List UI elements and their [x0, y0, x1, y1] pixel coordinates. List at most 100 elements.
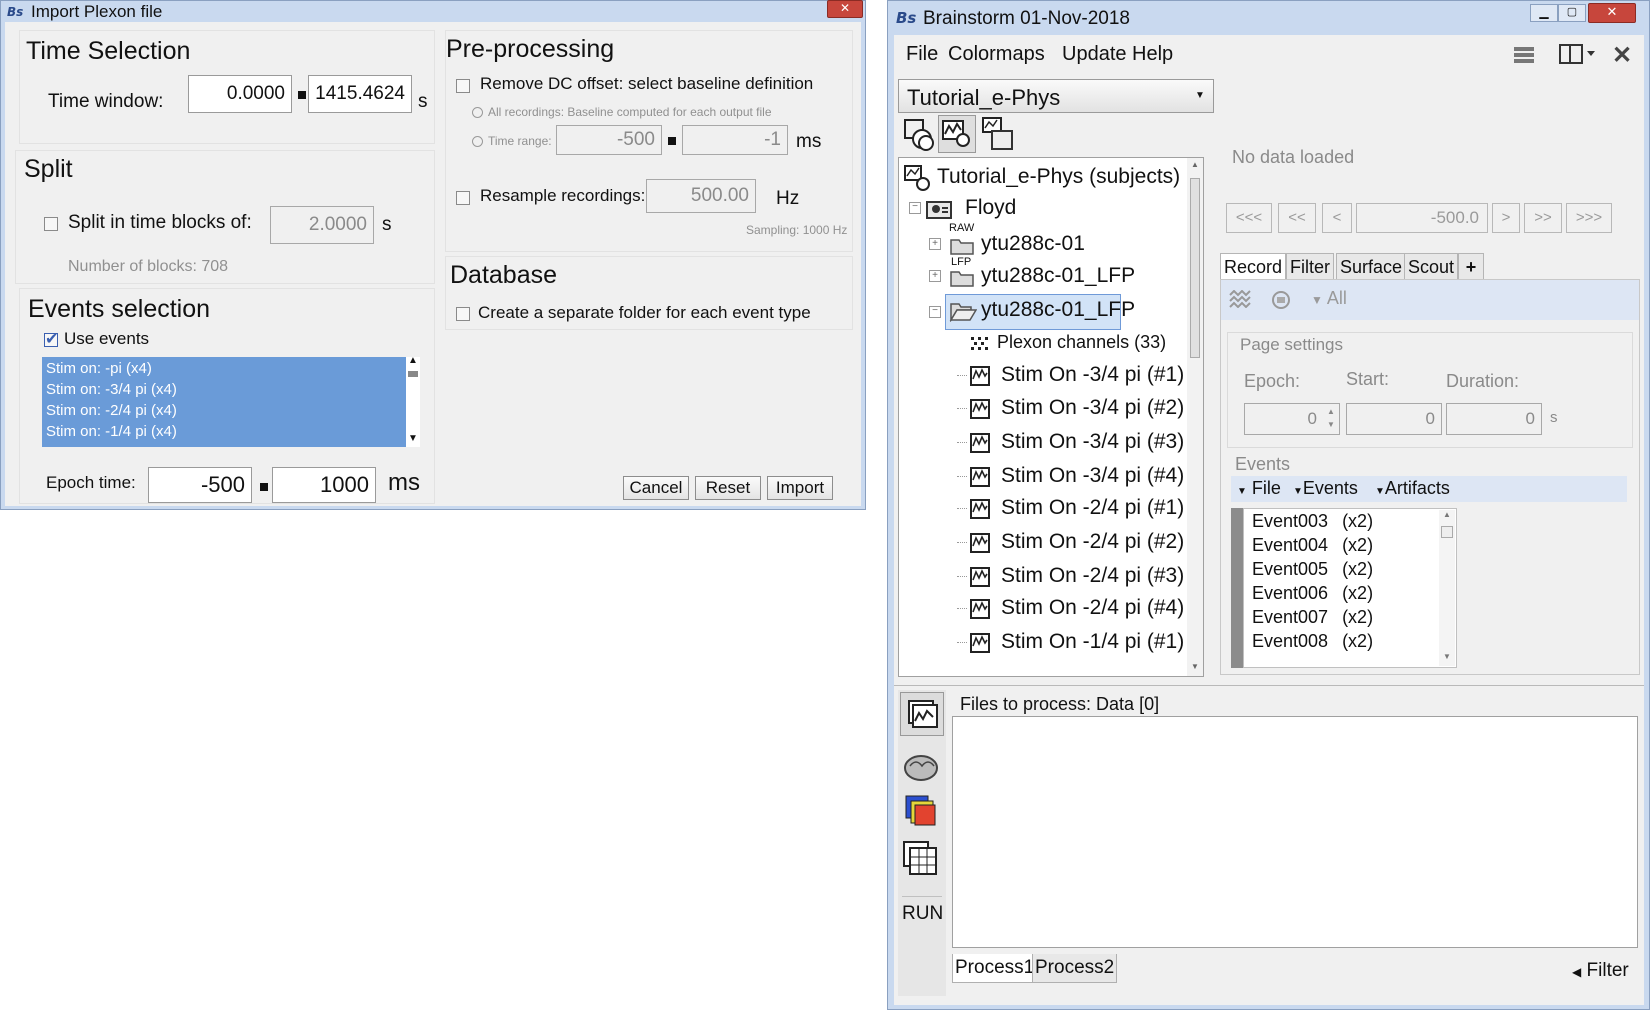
tree-root-label[interactable]: Tutorial_e-Phys (subjects): [937, 165, 1180, 189]
tree-item-label[interactable]: Stim On -3/4 pi (#2): [1001, 396, 1184, 420]
minimize-button[interactable]: ▁: [1530, 4, 1558, 22]
channels-label[interactable]: Plexon channels (33): [997, 332, 1166, 353]
tree-item-label[interactable]: Stim On -3/4 pi (#3): [1001, 430, 1184, 454]
time-range-end-input[interactable]: -1: [682, 125, 788, 155]
scroll-down-arrow-icon[interactable]: ▼: [1191, 662, 1199, 671]
events-menu-events[interactable]: ▼Events: [1293, 478, 1358, 499]
list-view-icon[interactable]: [1513, 45, 1535, 65]
layout-icon[interactable]: [1559, 43, 1599, 65]
tree-item-label[interactable]: Stim On -2/4 pi (#2): [1001, 530, 1184, 554]
expand-toggle-icon[interactable]: +: [929, 270, 941, 282]
use-events-checkbox[interactable]: ✔: [44, 332, 58, 348]
time-range-start-input[interactable]: -500: [556, 125, 662, 155]
collapse-toggle-icon[interactable]: −: [909, 202, 921, 214]
matrix-stack-icon[interactable]: [902, 840, 940, 883]
start-input[interactable]: 0: [1346, 403, 1442, 435]
tree-item-label[interactable]: Stim On -2/4 pi (#4): [1001, 596, 1184, 620]
menu-colormaps[interactable]: Colormaps: [948, 43, 1045, 66]
event-list-row[interactable]: Event006 (x2): [1252, 583, 1373, 604]
events-listbox[interactable]: Stim on: -pi (x4) Stim on: -3/4 pi (x4) …: [42, 357, 406, 447]
event-list-row[interactable]: Event007 (x2): [1252, 607, 1373, 628]
remove-dc-checkbox[interactable]: [456, 79, 470, 93]
scroll-down-arrow-icon[interactable]: ▼: [408, 433, 418, 444]
resample-checkbox[interactable]: [456, 191, 470, 205]
menu-help[interactable]: Help: [1132, 43, 1173, 66]
tree-item-label[interactable]: Stim On -3/4 pi (#1): [1001, 363, 1184, 387]
protocol-selector[interactable]: Tutorial_e-Phys ▼: [898, 79, 1214, 113]
all-recordings-radio[interactable]: [472, 107, 483, 118]
menu-update[interactable]: Update: [1062, 43, 1127, 66]
anatomy-view-icon[interactable]: [902, 117, 938, 153]
window-close-button[interactable]: ✕: [1588, 3, 1636, 23]
tab-add[interactable]: +: [1458, 253, 1484, 279]
study-view-icon[interactable]: [980, 115, 1016, 153]
reset-button[interactable]: Reset: [695, 476, 761, 500]
display-mode-icon[interactable]: [1229, 289, 1251, 313]
events-list-scrollbar[interactable]: ▲ ▼: [406, 355, 420, 447]
scroll-up-arrow-icon[interactable]: ▲: [408, 355, 418, 366]
run-button[interactable]: RUN: [902, 896, 943, 925]
folder-label[interactable]: ytu288c-01: [981, 232, 1085, 256]
time-range-radio[interactable]: [472, 136, 483, 147]
scroll-down-arrow-icon[interactable]: ▼: [1443, 652, 1451, 661]
brain-icon[interactable]: [902, 752, 940, 789]
tab-filter[interactable]: Filter: [1286, 253, 1334, 279]
maximize-button[interactable]: ▢: [1558, 4, 1586, 22]
nav-next-fast-button[interactable]: >>: [1524, 203, 1562, 233]
scroll-up-arrow-icon[interactable]: ▲: [1191, 160, 1199, 169]
scroll-up-arrow-icon[interactable]: ▲: [1443, 510, 1451, 519]
close-panel-icon[interactable]: ✕: [1612, 41, 1632, 70]
event-list-row[interactable]: Event003 (x2): [1252, 511, 1373, 532]
epoch-start-input[interactable]: -500: [148, 467, 252, 503]
nav-first-button[interactable]: <<<: [1226, 203, 1272, 233]
split-checkbox[interactable]: [44, 217, 58, 231]
current-time-input[interactable]: -500.0: [1356, 203, 1488, 233]
nav-prev-fast-button[interactable]: <<: [1278, 203, 1316, 233]
event-list-item[interactable]: Stim on: -2/4 pi (x4): [46, 402, 177, 419]
scroll-thumb[interactable]: [408, 371, 418, 377]
event-list-item[interactable]: Stim on: -pi (x4): [46, 360, 152, 377]
collapse-toggle-icon[interactable]: −: [929, 306, 941, 318]
tree-item-label[interactable]: Stim On -2/4 pi (#1): [1001, 496, 1184, 520]
colormap-stack-icon[interactable]: [904, 794, 938, 833]
event-list-item[interactable]: Stim on: -1/4 pi (x4): [46, 423, 177, 440]
dialog-close-button[interactable]: ✕: [827, 0, 863, 18]
event-list-row[interactable]: Event005 (x2): [1252, 559, 1373, 580]
tab-surface[interactable]: Surface: [1336, 253, 1407, 279]
nav-last-button[interactable]: >>>: [1566, 203, 1612, 233]
epoch-end-input[interactable]: 1000: [272, 467, 376, 503]
scroll-thumb[interactable]: [1190, 178, 1200, 358]
tree-item-label[interactable]: Stim On -1/4 pi (#1): [1001, 630, 1184, 654]
subject-label[interactable]: Floyd: [965, 196, 1016, 220]
split-value-input[interactable]: 2.0000: [270, 206, 374, 244]
duration-input[interactable]: 0: [1446, 403, 1542, 435]
scroll-thumb[interactable]: [1441, 526, 1453, 538]
time-window-start-input[interactable]: 0.0000: [188, 75, 292, 113]
process-files-icon[interactable]: [900, 692, 944, 736]
events-menu-file[interactable]: ▼ File: [1237, 478, 1281, 499]
folder-label[interactable]: ytu288c-01_LFP: [981, 264, 1135, 288]
tree-item-label[interactable]: Stim On -3/4 pi (#4): [1001, 464, 1184, 488]
filter-toggle[interactable]: ◀ Filter: [1572, 960, 1629, 982]
tree-item-label[interactable]: Stim On -2/4 pi (#3): [1001, 564, 1184, 588]
tab-scout[interactable]: Scout: [1404, 253, 1459, 279]
montage-icon[interactable]: [1271, 290, 1291, 315]
resample-value-input[interactable]: 500.00: [646, 179, 756, 213]
separate-folder-checkbox[interactable]: [456, 307, 470, 321]
nav-next-button[interactable]: >: [1492, 203, 1520, 233]
epoch-spinner[interactable]: ▲ ▼: [1324, 405, 1338, 433]
functional-data-view-icon[interactable]: [938, 115, 976, 153]
events-list-scrollbar[interactable]: ▲ ▼: [1439, 510, 1455, 666]
event-list-row[interactable]: Event004 (x2): [1252, 535, 1373, 556]
events-menu-artifacts[interactable]: ▼Artifacts: [1375, 478, 1450, 499]
time-window-end-input[interactable]: 1415.4624: [308, 75, 412, 113]
event-list-item[interactable]: Stim on: -3/4 pi (x4): [46, 381, 177, 398]
menu-file[interactable]: File: [906, 43, 938, 66]
cancel-button[interactable]: Cancel: [623, 476, 689, 500]
tree-scrollbar[interactable]: ▲ ▼: [1187, 158, 1203, 676]
tab-process1[interactable]: Process1: [952, 954, 1038, 983]
tab-process2[interactable]: Process2: [1032, 954, 1118, 983]
folder-label[interactable]: ytu288c-01_LFP: [981, 298, 1135, 322]
nav-prev-button[interactable]: <: [1322, 203, 1352, 233]
expand-toggle-icon[interactable]: +: [929, 238, 941, 250]
